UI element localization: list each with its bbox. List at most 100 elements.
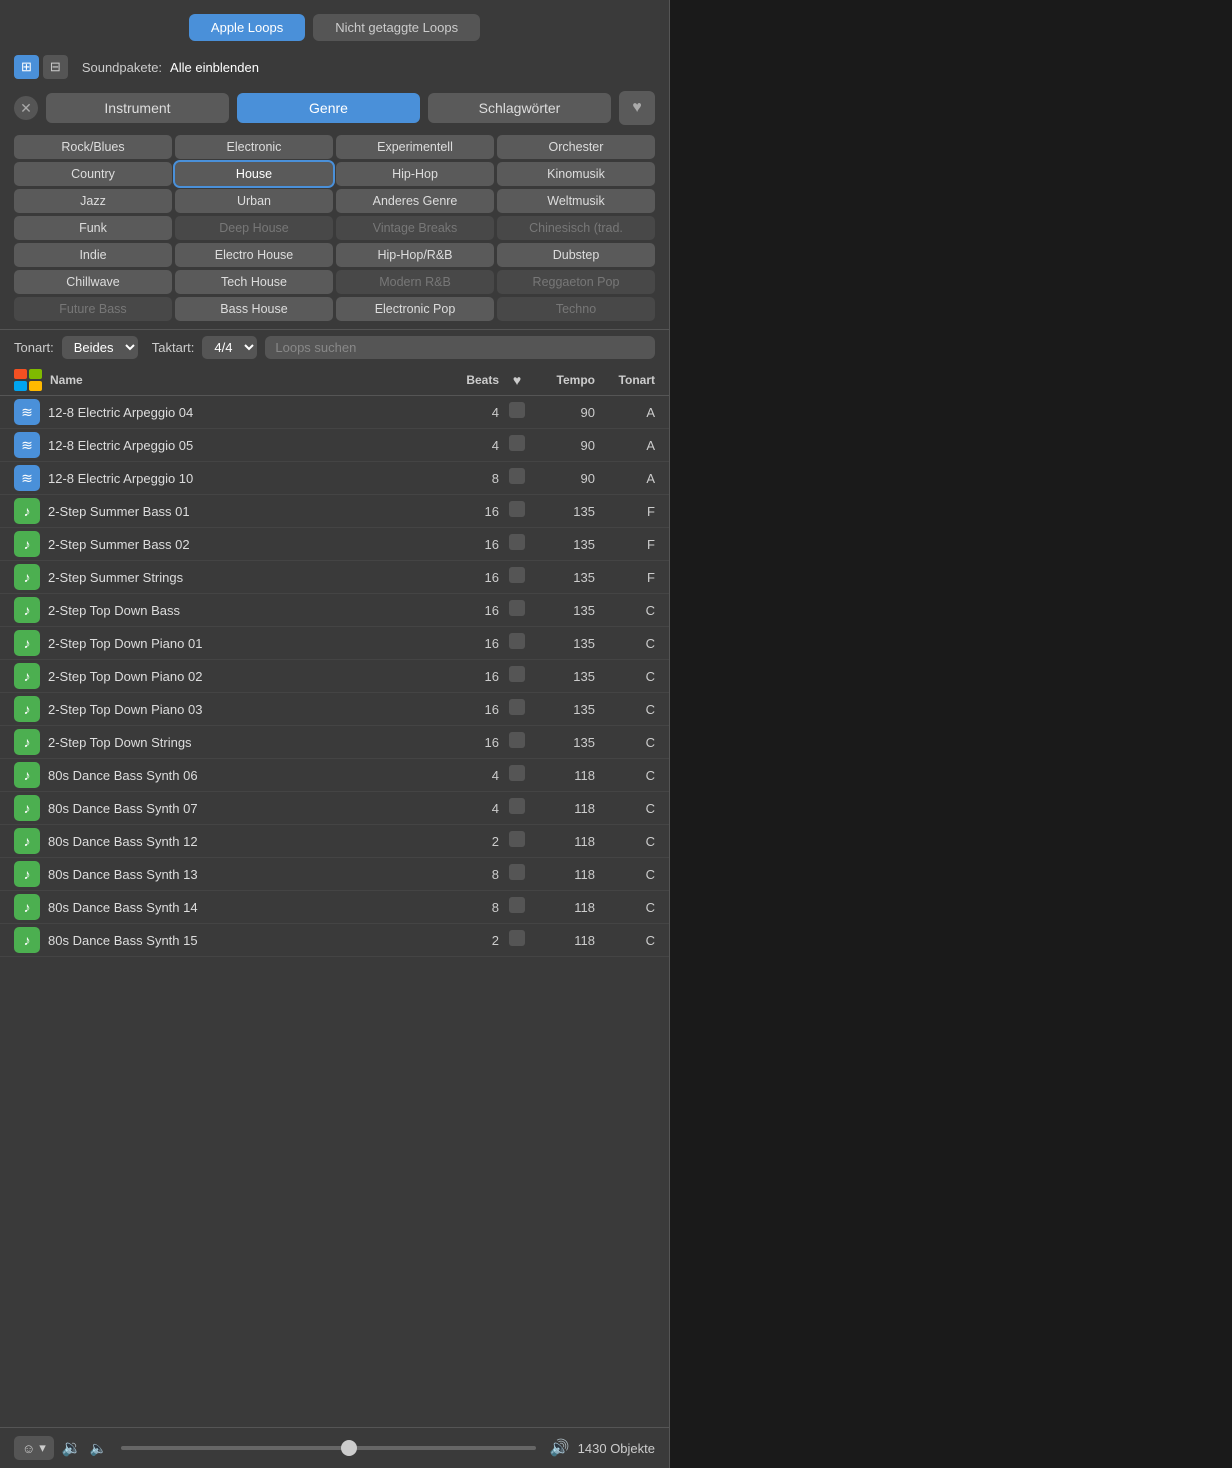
genre-tag-house[interactable]: House: [175, 162, 333, 186]
tab-not-tagged[interactable]: Nicht getaggte Loops: [313, 14, 480, 41]
fav-checkbox[interactable]: [509, 864, 525, 880]
track-fav[interactable]: [499, 864, 535, 885]
volume-slider[interactable]: [121, 1446, 536, 1450]
genre-tag-country[interactable]: Country: [14, 162, 172, 186]
track-fav[interactable]: [499, 897, 535, 918]
fav-checkbox[interactable]: [509, 435, 525, 451]
fav-checkbox[interactable]: [509, 666, 525, 682]
genre-tag-reggaeton_pop[interactable]: Reggaeton Pop: [497, 270, 655, 294]
track-name: 12-8 Electric Arpeggio 05: [48, 438, 439, 453]
fav-checkbox[interactable]: [509, 831, 525, 847]
table-row[interactable]: ≋ 12-8 Electric Arpeggio 10 8 90 A: [0, 462, 669, 495]
genre-tag-experimentell[interactable]: Experimentell: [336, 135, 494, 159]
genre-tag-electronic_pop[interactable]: Electronic Pop: [336, 297, 494, 321]
view-list-btn[interactable]: ⊟: [43, 55, 68, 79]
genre-tag-electronic[interactable]: Electronic: [175, 135, 333, 159]
table-row[interactable]: ♪ 2-Step Top Down Strings 16 135 C: [0, 726, 669, 759]
fav-checkbox[interactable]: [509, 798, 525, 814]
volume-thumb[interactable]: [341, 1440, 357, 1456]
table-row[interactable]: ♪ 2-Step Top Down Piano 02 16 135 C: [0, 660, 669, 693]
fav-checkbox[interactable]: [509, 930, 525, 946]
genre-tag-funk[interactable]: Funk: [14, 216, 172, 240]
genre-tag-tech_house[interactable]: Tech House: [175, 270, 333, 294]
table-row[interactable]: ♪ 2-Step Top Down Piano 03 16 135 C: [0, 693, 669, 726]
table-row[interactable]: ♪ 80s Dance Bass Synth 13 8 118 C: [0, 858, 669, 891]
genre-tag-weltmusik[interactable]: Weltmusik: [497, 189, 655, 213]
tab-apple-loops[interactable]: Apple Loops: [189, 14, 305, 41]
table-row[interactable]: ≋ 12-8 Electric Arpeggio 04 4 90 A: [0, 396, 669, 429]
table-row[interactable]: ≋ 12-8 Electric Arpeggio 05 4 90 A: [0, 429, 669, 462]
track-fav[interactable]: [499, 930, 535, 951]
tonart-select[interactable]: Beides: [62, 336, 138, 359]
genre-tag-vintage_breaks[interactable]: Vintage Breaks: [336, 216, 494, 240]
track-fav[interactable]: [499, 831, 535, 852]
table-row[interactable]: ♪ 2-Step Summer Bass 02 16 135 F: [0, 528, 669, 561]
track-fav[interactable]: [499, 666, 535, 687]
track-beats: 4: [439, 438, 499, 453]
genre-tag-deep_house[interactable]: Deep House: [175, 216, 333, 240]
genre-tag-urban[interactable]: Urban: [175, 189, 333, 213]
table-row[interactable]: ♪ 2-Step Top Down Piano 01 16 135 C: [0, 627, 669, 660]
table-row[interactable]: ♪ 80s Dance Bass Synth 15 2 118 C: [0, 924, 669, 957]
fav-checkbox[interactable]: [509, 402, 525, 418]
fav-checkbox[interactable]: [509, 732, 525, 748]
genre-tag-modern_rnb[interactable]: Modern R&B: [336, 270, 494, 294]
track-fav[interactable]: [499, 567, 535, 588]
track-fav[interactable]: [499, 501, 535, 522]
soundpakete-select[interactable]: Alle einblenden: [170, 60, 259, 75]
smiley-icon: ☺: [22, 1441, 35, 1456]
track-fav[interactable]: [499, 534, 535, 555]
search-input[interactable]: [265, 336, 655, 359]
track-fav[interactable]: [499, 600, 535, 621]
table-row[interactable]: ♪ 2-Step Top Down Bass 16 135 C: [0, 594, 669, 627]
fav-checkbox[interactable]: [509, 600, 525, 616]
track-fav[interactable]: [499, 699, 535, 720]
track-fav[interactable]: [499, 633, 535, 654]
genre-tag-orchester[interactable]: Orchester: [497, 135, 655, 159]
volume-settings-btn[interactable]: 🔉: [62, 1438, 82, 1458]
genre-tag-kinomusik[interactable]: Kinomusik: [497, 162, 655, 186]
fav-checkbox[interactable]: [509, 633, 525, 649]
fav-checkbox[interactable]: [509, 501, 525, 517]
genre-tag-hip_hop_rnb[interactable]: Hip-Hop/R&B: [336, 243, 494, 267]
fav-checkbox[interactable]: [509, 567, 525, 583]
table-row[interactable]: ♪ 2-Step Summer Strings 16 135 F: [0, 561, 669, 594]
table-row[interactable]: ♪ 80s Dance Bass Synth 14 8 118 C: [0, 891, 669, 924]
fav-checkbox[interactable]: [509, 699, 525, 715]
genre-tag-techno[interactable]: Techno: [497, 297, 655, 321]
genre-tag-hip_hop[interactable]: Hip-Hop: [336, 162, 494, 186]
table-row[interactable]: ♪ 2-Step Summer Bass 01 16 135 F: [0, 495, 669, 528]
fav-checkbox[interactable]: [509, 897, 525, 913]
fav-checkbox[interactable]: [509, 765, 525, 781]
genre-tag-dubstep[interactable]: Dubstep: [497, 243, 655, 267]
track-fav[interactable]: [499, 468, 535, 489]
schlagworter-filter-btn[interactable]: Schlagwörter: [428, 93, 611, 123]
genre-tag-future_bass[interactable]: Future Bass: [14, 297, 172, 321]
genre-tag-indie[interactable]: Indie: [14, 243, 172, 267]
table-row[interactable]: ♪ 80s Dance Bass Synth 07 4 118 C: [0, 792, 669, 825]
loop-icon: ≋: [14, 399, 40, 425]
table-row[interactable]: ♪ 80s Dance Bass Synth 06 4 118 C: [0, 759, 669, 792]
genre-tag-chillwave[interactable]: Chillwave: [14, 270, 172, 294]
track-fav[interactable]: [499, 402, 535, 423]
track-fav[interactable]: [499, 798, 535, 819]
fav-checkbox[interactable]: [509, 534, 525, 550]
genre-tag-chinesisch[interactable]: Chinesisch (trad.: [497, 216, 655, 240]
table-row[interactable]: ♪ 80s Dance Bass Synth 12 2 118 C: [0, 825, 669, 858]
genre-tag-electro_house[interactable]: Electro House: [175, 243, 333, 267]
genre-tag-jazz[interactable]: Jazz: [14, 189, 172, 213]
genre-tag-bass_house[interactable]: Bass House: [175, 297, 333, 321]
track-fav[interactable]: [499, 765, 535, 786]
track-fav[interactable]: [499, 435, 535, 456]
view-grid-btn[interactable]: ⊞: [14, 55, 39, 79]
fav-checkbox[interactable]: [509, 468, 525, 484]
track-fav[interactable]: [499, 732, 535, 753]
genre-filter-btn[interactable]: Genre: [237, 93, 420, 123]
genre-tag-rock_blues[interactable]: Rock/Blues: [14, 135, 172, 159]
favorites-filter-btn[interactable]: ♥: [619, 91, 655, 125]
clear-filter-button[interactable]: ✕: [14, 96, 38, 120]
genre-tag-anderes_genre[interactable]: Anderes Genre: [336, 189, 494, 213]
taktart-select[interactable]: 4/4: [202, 336, 257, 359]
smiley-button[interactable]: ☺ ▾: [14, 1436, 54, 1460]
instrument-filter-btn[interactable]: Instrument: [46, 93, 229, 123]
